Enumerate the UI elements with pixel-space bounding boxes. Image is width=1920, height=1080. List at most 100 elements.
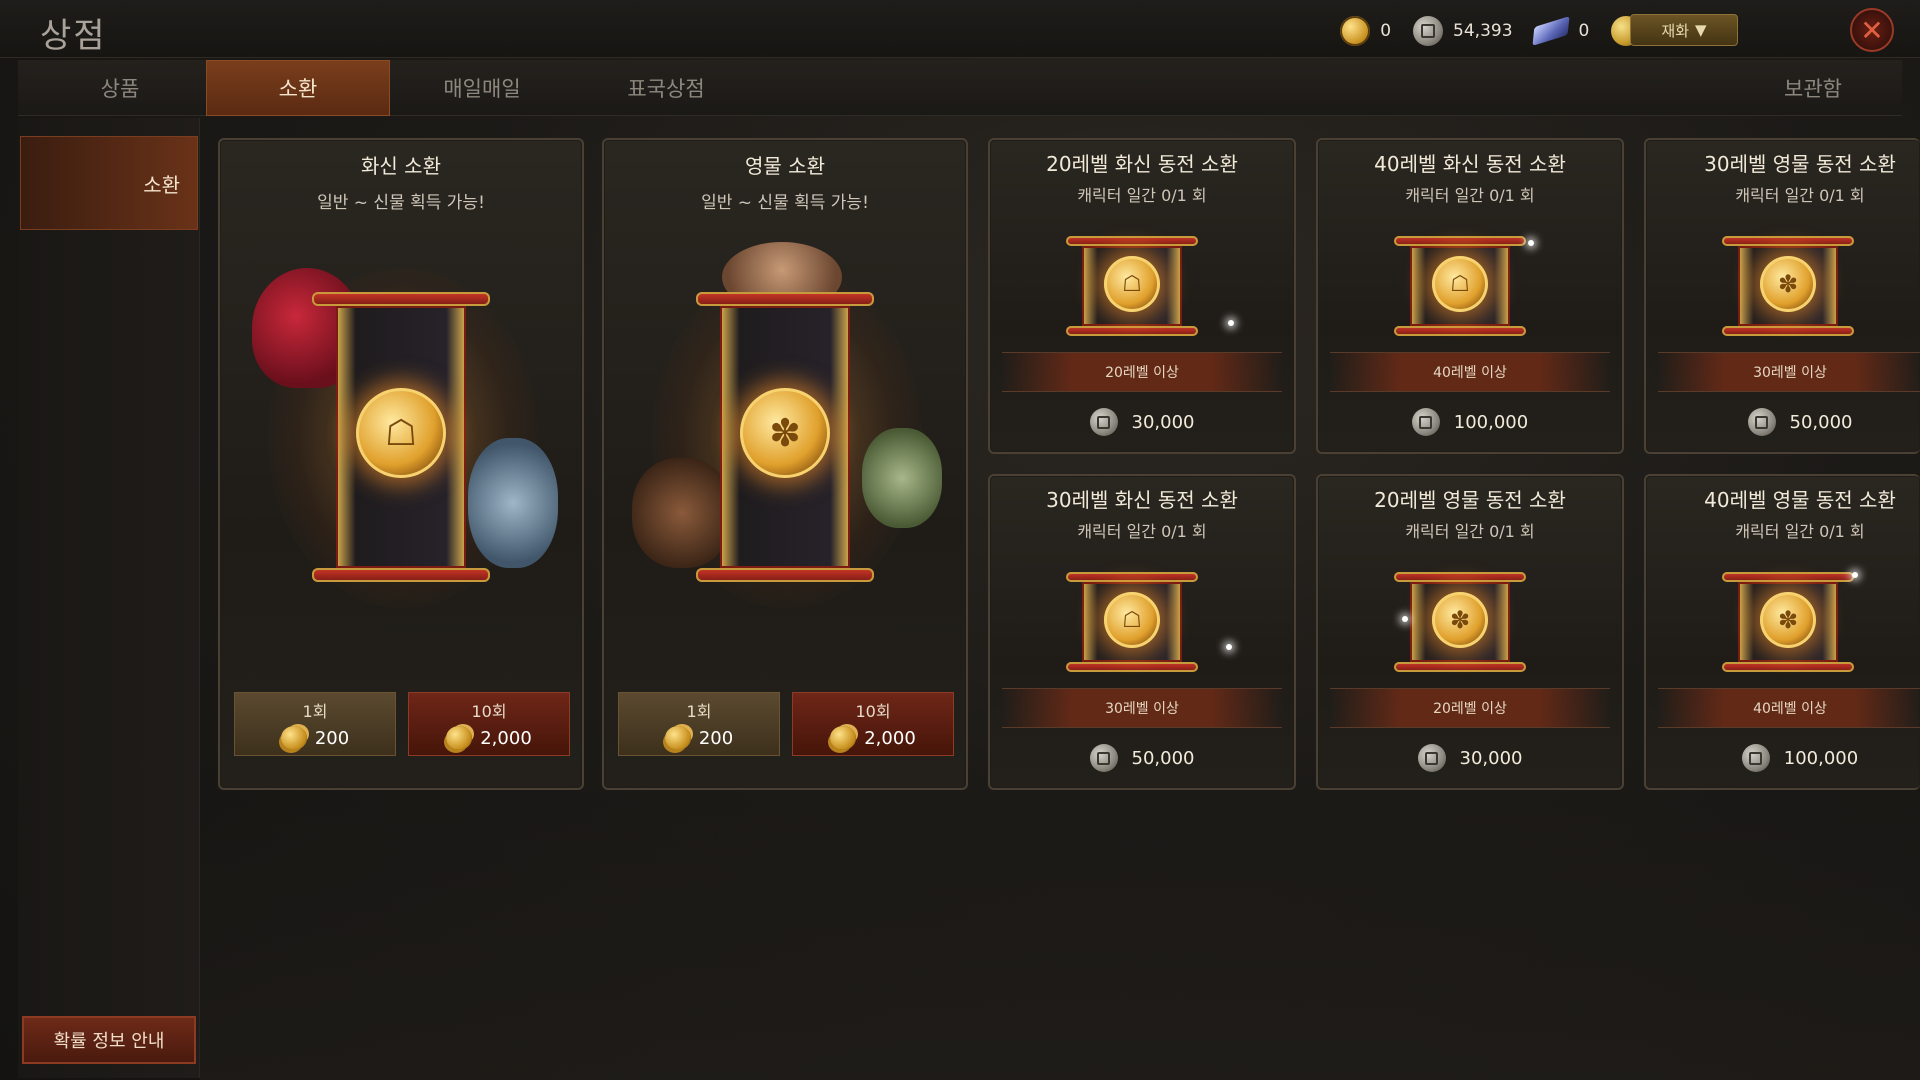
silver-coin-icon [1741,744,1770,772]
buy-1x-button[interactable]: 1회 200 [618,692,780,756]
silver-coin-icon [1089,408,1118,436]
sidebar-item-summon[interactable]: 소환 [20,136,198,230]
buy-1x-button[interactable]: 1회 200 [234,692,396,756]
tab-products[interactable]: 상품 [28,60,212,116]
spirit-art [862,428,942,528]
close-icon: ✕ [1860,13,1884,47]
tab-summon[interactable]: 소환 [206,60,390,116]
price: 50,000 [1131,747,1195,769]
gold-coin-icon [830,726,857,750]
level-requirement: 20레벨 이상 [1002,352,1282,392]
summon-scroll: ✽ [1722,236,1854,336]
sparkle-icon [1228,320,1234,326]
buy-count: 1회 [686,702,712,721]
card-title: 40레벨 영물 동전 소환 [1704,488,1896,512]
price: 30,000 [1131,411,1195,433]
coin-summon-card[interactable]: 40레벨 영물 동전 소환 캐릭터 일간 0/1 회 ✽ 40레벨 이상 100… [1644,474,1920,790]
buy-10x-button[interactable]: 10회 2,000 [792,692,954,756]
currency-gold: 0 [1340,16,1391,46]
coin-summon-card[interactable]: 30레벨 영물 동전 소환 캐릭터 일간 0/1 회 ✽ 30레벨 이상 50,… [1644,138,1920,454]
probability-info-button[interactable]: 확률 정보 안내 [22,1016,196,1064]
price: 100,000 [1783,747,1859,769]
buy-count: 10회 [471,702,507,721]
summon-card-spirit[interactable]: 영물 소환 일반 ~ 신물 획득 가능! ✽ 1회 200 10회 2,000 [602,138,968,790]
tab-escort-shop[interactable]: 표국상점 [574,60,758,116]
close-button[interactable]: ✕ [1850,8,1894,52]
tab-storage[interactable]: 보관함 [1784,60,1842,116]
card-subtitle: 일반 ~ 신물 획득 가능! [317,193,485,213]
level-requirement: 30레벨 이상 [1002,688,1282,728]
buy-price: 2,000 [480,727,532,749]
currency-value: 0 [1578,21,1590,41]
daily-limit: 캐릭터 일간 0/1 회 [1077,186,1207,205]
daily-limit: 캐릭터 일간 0/1 회 [1405,186,1535,205]
sparkle-icon [1402,616,1408,622]
summon-card-avatar[interactable]: 화신 소환 일반 ~ 신물 획득 가능! ☖ 1회 200 10회 2,000 [218,138,584,790]
summon-scroll: ☖ [1066,236,1198,336]
avatar-emblem-icon: ☖ [1432,256,1488,312]
currency-dropdown-button[interactable]: 재화 ▼ [1630,14,1738,46]
buy-price: 200 [314,727,350,749]
card-title: 30레벨 영물 동전 소환 [1704,152,1896,176]
tab-bar: 상품 소환 매일매일 표국상점 보관함 [18,60,1902,116]
silver-coin-icon [1089,744,1118,772]
card-title: 20레벨 화신 동전 소환 [1046,152,1238,176]
sidebar: 소환 확률 정보 안내 [18,118,200,1078]
paw-emblem-icon: ✽ [1432,592,1488,648]
paw-emblem-icon: ✽ [1760,592,1816,648]
avatar-summon-art: ☖ [238,228,564,648]
summon-scroll: ☖ [1066,572,1198,672]
gold-coin-icon [1340,16,1371,46]
sparkle-icon [1528,240,1534,246]
triangle-down-icon: ▼ [1695,21,1707,39]
crystal-icon [1531,16,1570,46]
top-bar: 상점 0 54,393 0 0 M 0 재화 ▼ ✕ [0,0,1920,58]
avatar-emblem-icon: ☖ [1104,256,1160,312]
card-title: 40레벨 화신 동전 소환 [1374,152,1566,176]
avatar-emblem-icon: ☖ [1104,592,1160,648]
buy-10x-button[interactable]: 10회 2,000 [408,692,570,756]
daily-limit: 캐릭터 일간 0/1 회 [1077,522,1207,541]
paw-emblem-icon: ✽ [740,388,830,478]
currency-button-label: 재화 [1661,21,1690,40]
card-title: 30레벨 화신 동전 소환 [1046,488,1238,512]
gold-coin-icon [446,726,473,750]
buy-price: 2,000 [864,727,916,749]
level-requirement: 30레벨 이상 [1658,352,1920,392]
price: 50,000 [1789,411,1853,433]
sparkle-icon [1226,644,1232,650]
summon-scroll: ✽ [1394,572,1526,672]
summon-scroll: ✽ [696,292,874,582]
buy-price: 200 [698,727,734,749]
card-title: 영물 소환 [745,154,825,178]
paw-emblem-icon: ✽ [1760,256,1816,312]
buy-count: 1회 [302,702,328,721]
gold-coin-icon [280,726,307,750]
coin-summon-card[interactable]: 20레벨 화신 동전 소환 캐릭터 일간 0/1 회 ☖ 20레벨 이상 30,… [988,138,1296,454]
card-title: 화신 소환 [361,154,441,178]
sparkle-icon [1852,572,1858,578]
daily-limit: 캐릭터 일간 0/1 회 [1405,522,1535,541]
coin-summon-card[interactable]: 30레벨 화신 동전 소환 캐릭터 일간 0/1 회 ☖ 30레벨 이상 50,… [988,474,1296,790]
level-requirement: 40레벨 이상 [1330,352,1610,392]
coin-summon-card[interactable]: 20레벨 영물 동전 소환 캐릭터 일간 0/1 회 ✽ 20레벨 이상 30,… [1316,474,1624,790]
summon-scroll: ✽ [1722,572,1854,672]
currency-value: 0 [1380,21,1392,41]
card-subtitle: 일반 ~ 신물 획득 가능! [701,193,869,213]
silver-coin-icon [1417,744,1446,772]
currency-value: 54,393 [1453,21,1513,41]
silver-coin-icon [1747,408,1776,436]
spirit-summon-art: ✽ [622,228,948,648]
level-requirement: 40레벨 이상 [1658,688,1920,728]
daily-limit: 캐릭터 일간 0/1 회 [1735,186,1865,205]
daily-limit: 캐릭터 일간 0/1 회 [1735,522,1865,541]
silver-coin-icon [1413,16,1444,46]
price: 100,000 [1453,411,1529,433]
tab-daily[interactable]: 매일매일 [390,60,574,116]
coin-summon-card[interactable]: 40레벨 화신 동전 소환 캐릭터 일간 0/1 회 ☖ 40레벨 이상 100… [1316,138,1624,454]
gold-coin-icon [664,726,691,750]
card-title: 20레벨 영물 동전 소환 [1374,488,1566,512]
currency-silver: 54,393 [1413,16,1513,46]
page-title: 상점 [40,16,107,56]
silver-coin-icon [1411,408,1440,436]
